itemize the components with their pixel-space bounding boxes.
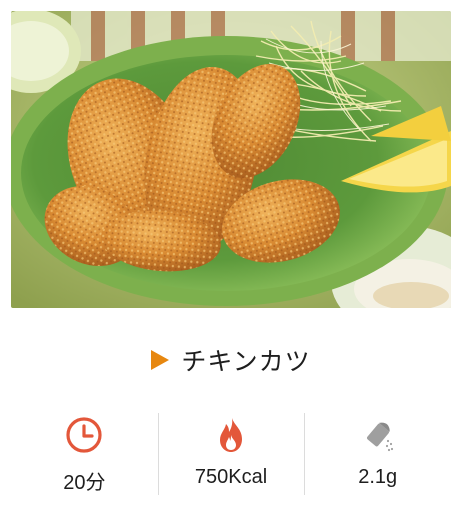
recipe-photo[interactable]: [11, 11, 451, 308]
stat-time: 20分: [11, 411, 158, 497]
play-triangle-icon: [151, 350, 170, 370]
flame-icon: [220, 418, 242, 452]
recipe-card[interactable]: チキンカツ 20分 750Kcal 2.1g: [0, 0, 462, 514]
time-value: 20分: [63, 472, 106, 494]
salt-shaker-icon: [366, 422, 393, 452]
stat-salt: 2.1g: [304, 411, 451, 497]
recipe-title-row[interactable]: チキンカツ: [0, 342, 462, 378]
stat-calories: 750Kcal: [157, 411, 305, 497]
calories-value: 750Kcal: [194, 466, 268, 488]
recipe-stats: 20分 750Kcal 2.1g: [11, 411, 451, 497]
chicken-katsu-image: [11, 11, 451, 308]
recipe-title: チキンカツ: [181, 348, 311, 376]
clock-icon: [66, 417, 102, 453]
salt-value: 2.1g: [358, 466, 398, 488]
